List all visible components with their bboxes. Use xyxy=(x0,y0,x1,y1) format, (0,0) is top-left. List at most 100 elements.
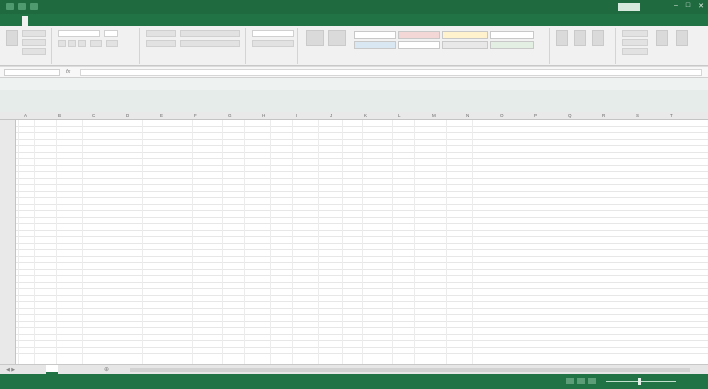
sheet-tab[interactable] xyxy=(46,365,58,374)
format-as-table-icon[interactable] xyxy=(328,30,346,46)
tab-review[interactable] xyxy=(146,16,152,26)
italic-button[interactable] xyxy=(68,40,76,47)
ribbon-group-clipboard xyxy=(2,28,52,64)
column-header[interactable]: D xyxy=(126,113,129,118)
clear-button[interactable] xyxy=(622,48,648,55)
gridline xyxy=(472,120,473,364)
wrap-text-button[interactable] xyxy=(180,30,240,37)
column-header[interactable]: F xyxy=(194,113,197,118)
autosum-button[interactable] xyxy=(622,30,648,37)
column-header[interactable]: L xyxy=(398,113,401,118)
paste-icon[interactable] xyxy=(6,30,18,46)
column-header[interactable]: G xyxy=(228,113,232,118)
fill-color-button[interactable] xyxy=(106,40,118,47)
cut-button[interactable] xyxy=(22,30,46,37)
tab-home[interactable] xyxy=(22,16,28,26)
column-header[interactable]: H xyxy=(262,113,265,118)
column-header[interactable]: R xyxy=(602,113,605,118)
cell-style-bad[interactable] xyxy=(398,31,440,39)
column-header[interactable]: B xyxy=(58,113,61,118)
column-header[interactable]: I xyxy=(296,113,297,118)
gridline xyxy=(342,120,343,364)
cell-style-normal[interactable] xyxy=(354,31,396,39)
tab-data[interactable] xyxy=(124,16,130,26)
tab-help[interactable] xyxy=(186,16,192,26)
cell-style-input[interactable] xyxy=(490,41,534,49)
sheet-nav-icon[interactable]: ◀ ▶ xyxy=(6,367,15,373)
cell-style-check-cell[interactable] xyxy=(398,41,440,49)
gridline xyxy=(318,120,319,364)
page-layout-view-icon[interactable] xyxy=(577,378,585,384)
minimize-icon[interactable]: – xyxy=(674,2,678,10)
column-header[interactable]: P xyxy=(534,113,537,118)
cell-style-neutral[interactable] xyxy=(490,31,534,39)
ribbon-group-styles xyxy=(300,28,550,64)
name-box[interactable] xyxy=(4,69,60,76)
column-header[interactable]: O xyxy=(500,113,504,118)
column-header[interactable]: S xyxy=(636,113,639,118)
close-icon[interactable]: ✕ xyxy=(698,2,704,10)
horizontal-scrollbar[interactable] xyxy=(130,368,690,372)
column-header[interactable]: M xyxy=(432,113,436,118)
tab-page-layout[interactable] xyxy=(66,16,72,26)
copy-button[interactable] xyxy=(22,39,46,46)
format-painter-button[interactable] xyxy=(22,48,46,55)
conditional-formatting-icon[interactable] xyxy=(306,30,324,46)
gridline xyxy=(222,120,223,364)
delete-cells-icon[interactable] xyxy=(574,30,586,46)
column-header[interactable]: A xyxy=(24,113,27,118)
ribbon-group-font xyxy=(54,28,140,64)
page-break-view-icon[interactable] xyxy=(588,378,596,384)
cell-style-explanatory[interactable] xyxy=(442,41,488,49)
format-cells-icon[interactable] xyxy=(592,30,604,46)
gridline xyxy=(362,120,363,364)
gridline xyxy=(192,120,193,364)
tab-tell-me[interactable] xyxy=(204,16,210,26)
cell-style-calculation[interactable] xyxy=(354,41,396,49)
view-buttons xyxy=(566,378,596,384)
sort-filter-icon[interactable] xyxy=(656,30,668,46)
cell-style-good[interactable] xyxy=(442,31,488,39)
ribbon-group-cells xyxy=(552,28,616,64)
fx-icon[interactable]: fx xyxy=(66,69,70,75)
fill-button[interactable] xyxy=(622,39,648,46)
tab-formulas[interactable] xyxy=(100,16,106,26)
find-select-icon[interactable] xyxy=(676,30,688,46)
column-header-bar: A B C D E F G H I J K L M N O P Q R S T xyxy=(0,112,708,120)
sign-in-button[interactable] xyxy=(618,3,640,11)
number-format-select[interactable] xyxy=(252,30,294,37)
zoom-slider-handle[interactable] xyxy=(638,378,641,385)
zoom-slider[interactable] xyxy=(606,381,676,382)
bold-button[interactable] xyxy=(58,40,66,47)
column-header[interactable]: J xyxy=(330,113,332,118)
column-header[interactable]: T xyxy=(670,113,673,118)
add-sheet-icon[interactable]: ⊕ xyxy=(104,366,109,373)
redo-icon[interactable] xyxy=(30,3,38,10)
align-left-button[interactable] xyxy=(146,40,176,47)
font-name-select[interactable] xyxy=(58,30,100,37)
insert-cells-icon[interactable] xyxy=(556,30,568,46)
merge-center-button[interactable] xyxy=(180,40,240,47)
formula-input[interactable] xyxy=(80,69,702,76)
gridline xyxy=(392,120,393,364)
column-header[interactable]: K xyxy=(364,113,367,118)
save-icon[interactable] xyxy=(6,3,14,10)
column-header[interactable]: Q xyxy=(568,113,572,118)
tab-insert[interactable] xyxy=(44,16,50,26)
tab-file[interactable] xyxy=(4,16,10,26)
gridline xyxy=(270,120,271,364)
align-top-button[interactable] xyxy=(146,30,176,37)
column-header[interactable]: C xyxy=(92,113,95,118)
gridline xyxy=(142,120,143,364)
column-header[interactable]: E xyxy=(160,113,163,118)
number-format-buttons[interactable] xyxy=(252,40,294,47)
font-size-select[interactable] xyxy=(104,30,118,37)
underline-button[interactable] xyxy=(78,40,86,47)
tab-view[interactable] xyxy=(168,16,174,26)
borders-button[interactable] xyxy=(90,40,102,47)
maximize-icon[interactable]: □ xyxy=(686,2,690,10)
undo-icon[interactable] xyxy=(18,3,26,10)
column-header[interactable]: N xyxy=(466,113,469,118)
normal-view-icon[interactable] xyxy=(566,378,574,384)
worksheet-grid[interactable]: A B C D E F G H I J K L M N O P Q R S T xyxy=(0,112,708,364)
